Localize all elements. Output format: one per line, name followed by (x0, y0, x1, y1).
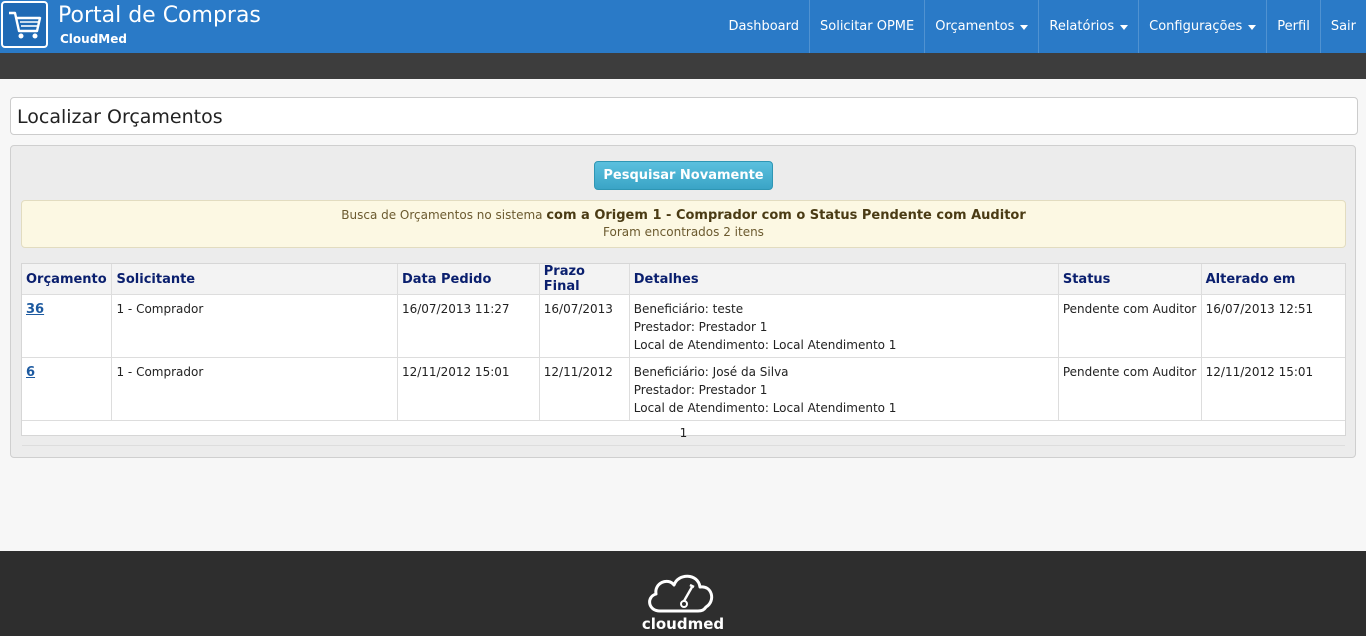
detail-local-atendimento: Local de Atendimento: Local Atendimento … (633, 338, 897, 352)
nav-item-label: Dashboard (728, 19, 799, 34)
detail-prestador: Prestador: Prestador 1 (633, 383, 768, 397)
column-header-detalhes[interactable]: Detalhes (629, 264, 1059, 295)
detail-beneficiario: Beneficiário: José da Silva (633, 365, 789, 379)
column-header-data-pedido[interactable]: Data Pedido (397, 264, 540, 295)
results-panel: Pesquisar Novamente Busca de Orçamentos … (10, 145, 1356, 458)
brand-title[interactable]: Portal de Compras (58, 3, 261, 28)
cell-prazo-final: 16/07/2013 (539, 294, 630, 358)
nav-item-solicitar-opme[interactable]: Solicitar OPME (809, 0, 924, 53)
orcamento-link[interactable]: 36 (26, 302, 44, 317)
nav-item-label: Sair (1330, 19, 1356, 34)
nav-item-relatorios[interactable]: Relatórios (1038, 0, 1138, 53)
page-title: Localizar Orçamentos (17, 106, 223, 128)
cell-status: Pendente com Auditor (1058, 294, 1202, 358)
search-criteria-bold: com a Origem 1 - Comprador com o Status … (546, 208, 1026, 223)
cell-data-pedido: 16/07/2013 11:27 (397, 294, 540, 358)
footer-logo-text: cloudmed (641, 615, 725, 633)
cell-prazo-final: 12/11/2012 (539, 357, 630, 421)
shopping-cart-icon[interactable] (1, 1, 48, 48)
orcamento-link[interactable]: 6 (26, 365, 35, 380)
cell-status: Pendente com Auditor (1058, 357, 1202, 421)
cell-solicitante: 1 - Comprador (111, 357, 398, 421)
detail-local-atendimento: Local de Atendimento: Local Atendimento … (633, 401, 897, 415)
top-navbar: Portal de Compras CloudMed Dashboard Soli… (0, 0, 1366, 53)
page-title-panel: Localizar Orçamentos (10, 97, 1358, 135)
cell-orcamento: 6 (22, 357, 113, 421)
nav-item-label: Relatórios (1049, 19, 1115, 34)
nav-item-orcamentos[interactable]: Orçamentos (924, 0, 1038, 53)
pager-page-1[interactable]: 1 (22, 420, 1345, 446)
column-header-solicitante[interactable]: Solicitante (111, 264, 398, 295)
cell-detalhes: Beneficiário: José da Silva Prestador: P… (629, 357, 1059, 421)
main-nav: Dashboard Solicitar OPME Orçamentos Relatór… (718, 0, 1366, 53)
column-header-orcamento[interactable]: Orçamento (22, 264, 113, 295)
cell-alterado-em: 16/07/2013 12:51 (1201, 294, 1345, 358)
detail-beneficiario: Beneficiário: teste (633, 302, 744, 316)
nav-item-perfil[interactable]: Perfil (1266, 0, 1320, 53)
nav-item-sair[interactable]: Sair (1319, 0, 1366, 53)
nav-item-configuracoes[interactable]: Configurações (1138, 0, 1266, 53)
footer: cloudmed (0, 551, 1366, 636)
column-header-prazo-final[interactable]: Prazo Final (539, 264, 630, 295)
detail-prestador: Prestador: Prestador 1 (633, 320, 768, 334)
nav-item-label: Configurações (1149, 19, 1243, 34)
table-row: 6 1 - Comprador 12/11/2012 15:01 12/11/2… (22, 357, 1345, 421)
pager-row: 1 (22, 420, 1345, 446)
table-header-row: Orçamento Solicitante Data Pedido Prazo … (22, 264, 1345, 295)
table-row: 36 1 - Comprador 16/07/2013 11:27 16/07/… (22, 294, 1345, 358)
cell-data-pedido: 12/11/2012 15:01 (397, 357, 540, 421)
search-again-button[interactable]: Pesquisar Novamente (594, 161, 773, 190)
column-header-alterado-em[interactable]: Alterado em (1201, 264, 1345, 295)
search-summary-alert: Busca de Orçamentos no sistema com a Ori… (21, 200, 1346, 248)
search-criteria-prefix: Busca de Orçamentos no sistema (341, 208, 547, 222)
cell-alterado-em: 12/11/2012 15:01 (1201, 357, 1345, 421)
cell-solicitante: 1 - Comprador (111, 294, 398, 358)
column-header-status[interactable]: Status (1058, 264, 1202, 295)
caret-down-icon (1020, 25, 1029, 30)
brand-subtitle: CloudMed (60, 32, 127, 46)
search-result-count: Foram encontrados 2 itens (603, 225, 764, 239)
caret-down-icon (1248, 25, 1257, 30)
sub-header-bar (0, 53, 1366, 79)
nav-item-label: Perfil (1277, 19, 1310, 34)
search-criteria-text: Busca de Orçamentos no sistema com a Ori… (22, 208, 1345, 223)
cell-orcamento: 36 (22, 294, 113, 358)
cell-detalhes: Beneficiário: teste Prestador: Prestador… (629, 294, 1059, 358)
nav-item-label: Orçamentos (935, 19, 1015, 34)
results-table: Orçamento Solicitante Data Pedido Prazo … (22, 264, 1345, 446)
results-grid: Orçamento Solicitante Data Pedido Prazo … (21, 263, 1346, 446)
nav-item-label: Solicitar OPME (820, 19, 915, 34)
nav-item-dashboard[interactable]: Dashboard (718, 0, 809, 53)
caret-down-icon (1120, 25, 1129, 30)
